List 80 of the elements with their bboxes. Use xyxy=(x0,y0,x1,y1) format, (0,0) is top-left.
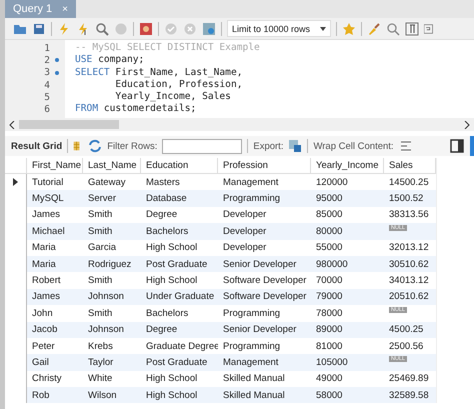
table-cell: Server xyxy=(83,190,141,207)
column-header[interactable]: Last_Name xyxy=(83,158,141,174)
table-cell: 980000 xyxy=(311,256,384,272)
table-cell: Rodriguez xyxy=(83,256,141,272)
column-header[interactable]: Yearly_Income xyxy=(311,158,384,174)
column-header[interactable]: Profession xyxy=(218,158,311,174)
code-line: SELECT First_Name, Last_Name, xyxy=(75,66,244,79)
filter-rows-label: Filter Rows: xyxy=(107,140,158,152)
brush-icon[interactable] xyxy=(367,22,381,36)
table-cell: 1500.52 xyxy=(384,190,436,207)
star-icon[interactable] xyxy=(342,22,356,36)
result-grid-label: Result Grid xyxy=(11,140,62,152)
scroll-right-icon[interactable] xyxy=(464,120,470,128)
table-cell: 30510.62 xyxy=(384,256,436,272)
table-cell: Johnson xyxy=(83,322,141,338)
table-cell: 4500.25 xyxy=(384,322,436,338)
line-number: 2 xyxy=(44,54,50,66)
table-cell: Developer xyxy=(218,223,311,240)
wrap-text-icon[interactable] xyxy=(398,139,413,153)
table-cell: Gail xyxy=(27,354,83,371)
code-line: USE company; xyxy=(75,54,146,67)
column-header[interactable]: Sales xyxy=(384,158,436,174)
table-cell: Software Developer xyxy=(218,288,311,306)
search-icon[interactable] xyxy=(95,22,109,36)
table-cell: Rob xyxy=(27,387,83,404)
table-cell: 105000 xyxy=(311,354,384,371)
line-number: 5 xyxy=(44,92,50,103)
line-number: 4 xyxy=(44,80,50,91)
table-cell: Bachelors xyxy=(141,223,218,240)
code-line: -- MySQL SELECT DISTINCT Example xyxy=(75,42,260,54)
search-icon[interactable] xyxy=(386,22,400,36)
table-cell: Senior Developer xyxy=(218,256,311,272)
scroll-left-icon[interactable] xyxy=(9,120,15,128)
wrap-cell-content-label: Wrap Cell Content: xyxy=(313,140,394,152)
table-cell: Skilled Manual xyxy=(218,387,311,404)
table-cell: Post Graduate xyxy=(141,354,218,371)
table-cell: Michael xyxy=(27,223,83,240)
table-cell: 58000 xyxy=(311,387,384,404)
line-number: 6 xyxy=(44,104,50,116)
table-cell: High School xyxy=(141,387,218,404)
panel-icon[interactable] xyxy=(450,139,464,153)
filter-rows-field[interactable] xyxy=(162,138,242,154)
table-cell: MySQL xyxy=(27,190,83,207)
code-line: Yearly_Income, Sales xyxy=(114,91,232,104)
code-line: Education, Profession, xyxy=(114,78,244,92)
table-cell: James xyxy=(27,288,83,306)
table-cell: Management xyxy=(218,354,311,371)
table-cell: Maria xyxy=(27,256,83,272)
code-line: FROM customerdetails; xyxy=(75,103,198,116)
table-cell: 80000 xyxy=(311,223,384,240)
table-cell: Wilson xyxy=(83,387,141,404)
limit-dropdown[interactable]: Limit to 10000 rows xyxy=(227,20,331,37)
row-pointer-icon xyxy=(13,178,18,186)
table-cell: Johnson xyxy=(83,288,141,306)
table-cell: 89000 xyxy=(311,322,384,338)
table-cell: Programming xyxy=(218,190,311,207)
table-cell: Degree xyxy=(141,322,218,338)
refresh-icon[interactable] xyxy=(88,139,102,153)
export-label: Export: xyxy=(253,140,284,152)
scrollbar-thumb[interactable] xyxy=(19,120,119,129)
column-header[interactable]: First_Name xyxy=(27,158,83,174)
table-cell: Taylor xyxy=(83,354,141,371)
lightning-cursor-icon[interactable] xyxy=(76,22,90,36)
save-icon[interactable] xyxy=(32,22,46,36)
column-header[interactable]: Education xyxy=(141,158,218,174)
check-icon[interactable] xyxy=(164,22,178,36)
table-cell: Database xyxy=(141,190,218,207)
table-cell: 32589.58 xyxy=(384,387,436,404)
table-cell: 95000 xyxy=(311,190,384,207)
table-cell: 79000 xyxy=(311,288,384,306)
table-cell: Post Graduate xyxy=(141,256,218,272)
table-cell: 20510.62 xyxy=(384,288,436,306)
table-cell: Jacob xyxy=(27,322,83,338)
table-cell: Under Graduate xyxy=(141,288,218,306)
line-number: 3 xyxy=(44,67,50,78)
export-icon[interactable] xyxy=(288,139,302,153)
table-cell: Smith xyxy=(83,223,141,240)
line-number: 1 xyxy=(44,42,50,54)
table-cell: Senior Developer xyxy=(218,322,311,338)
caret-icon xyxy=(320,26,326,30)
